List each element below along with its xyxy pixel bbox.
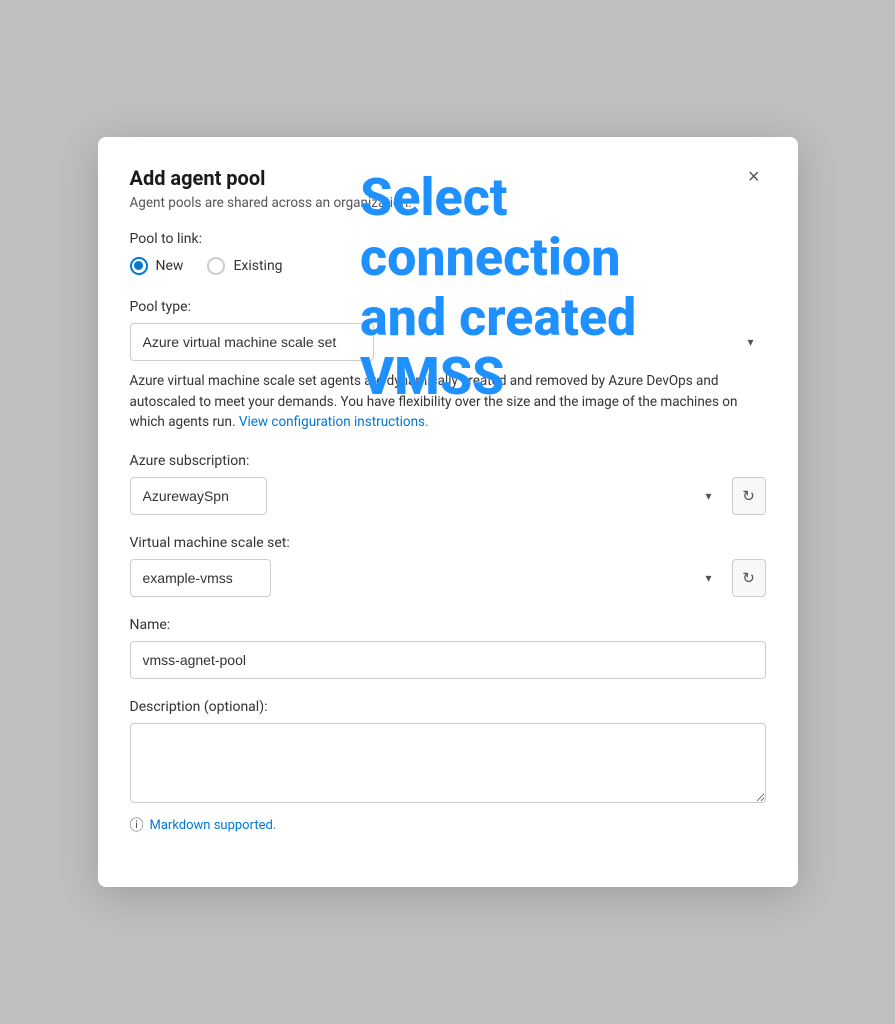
vmss-chevron-icon: ▾ [705,571,711,585]
vmss-refresh-button[interactable]: ↻ [732,559,766,597]
vmss-select[interactable]: example-vmss [130,559,271,597]
azure-subscription-field-wrapper: AzurewaySpn ▾ [130,477,724,515]
name-input[interactable] [130,641,766,679]
azure-subscription-select[interactable]: AzurewaySpn [130,477,267,515]
name-section: Name: [130,617,766,679]
pool-to-link-radio-group: New Existing [130,257,766,275]
azure-subscription-label: Azure subscription: [130,453,766,469]
pool-type-description: Azure virtual machine scale set agents a… [130,371,766,434]
name-label: Name: [130,617,766,633]
azure-subscription-select-wrapper: AzurewaySpn ▾ ↻ [130,477,766,515]
pool-type-desc-text: Azure virtual machine scale set agents a… [130,373,738,431]
close-button[interactable]: × [742,165,766,189]
markdown-link[interactable]: Markdown supported. [150,818,277,833]
markdown-info-icon: ⓘ [130,815,144,835]
pool-type-select-wrapper: Azure virtual machine scale set ▾ [130,323,766,361]
radio-circle-existing [207,257,225,275]
description-section: Description (optional): ⓘ Markdown suppo… [130,699,766,835]
radio-label-new: New [156,258,184,274]
radio-option-new[interactable]: New [130,257,184,275]
view-config-link[interactable]: View configuration instructions. [239,414,429,430]
vmss-select-wrapper: example-vmss ▾ ↻ [130,559,766,597]
radio-label-existing: Existing [233,258,282,274]
vmss-label: Virtual machine scale set: [130,535,766,551]
pool-type-field-wrapper: Azure virtual machine scale set ▾ [130,323,766,361]
description-textarea[interactable] [130,723,766,803]
azure-subscription-section: Azure subscription: AzurewaySpn ▾ ↻ [130,453,766,515]
radio-option-existing[interactable]: Existing [207,257,282,275]
modal-title-block: Add agent pool Agent pools are shared ac… [130,165,412,211]
pool-to-link-label: Pool to link: [130,231,766,247]
modal-title: Add agent pool [130,165,412,191]
vmss-field-wrapper: example-vmss ▾ [130,559,724,597]
pool-to-link-section: Pool to link: New Existing [130,231,766,275]
pool-type-label: Pool type: [130,299,766,315]
modal-subtitle: Agent pools are shared across an organiz… [130,195,412,211]
pool-type-section: Pool type: Azure virtual machine scale s… [130,299,766,434]
pool-type-select[interactable]: Azure virtual machine scale set [130,323,374,361]
pool-type-chevron-icon: ▾ [747,335,753,349]
azure-subscription-chevron-icon: ▾ [705,489,711,503]
azure-subscription-refresh-button[interactable]: ↻ [732,477,766,515]
vmss-section: Virtual machine scale set: example-vmss … [130,535,766,597]
add-agent-pool-modal: Add agent pool Agent pools are shared ac… [98,137,798,888]
radio-circle-new [130,257,148,275]
modal-header: Add agent pool Agent pools are shared ac… [130,165,766,211]
markdown-note: ⓘ Markdown supported. [130,815,766,835]
description-label: Description (optional): [130,699,766,715]
